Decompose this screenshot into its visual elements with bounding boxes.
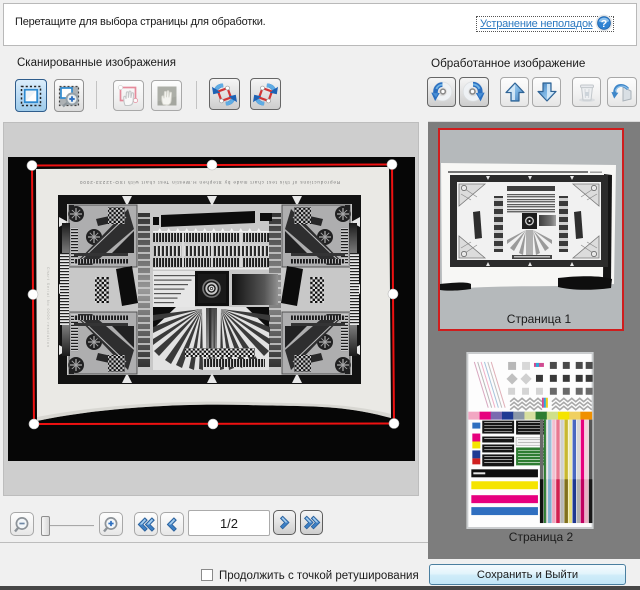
svg-text:Chart Serial No 0000 resolutio: Chart Serial No 0000 resolution <box>46 267 50 347</box>
svg-text:Reproductions of this test cha: Reproductions of this test chart made by… <box>80 180 340 185</box>
svg-text:?: ? <box>601 18 607 30</box>
